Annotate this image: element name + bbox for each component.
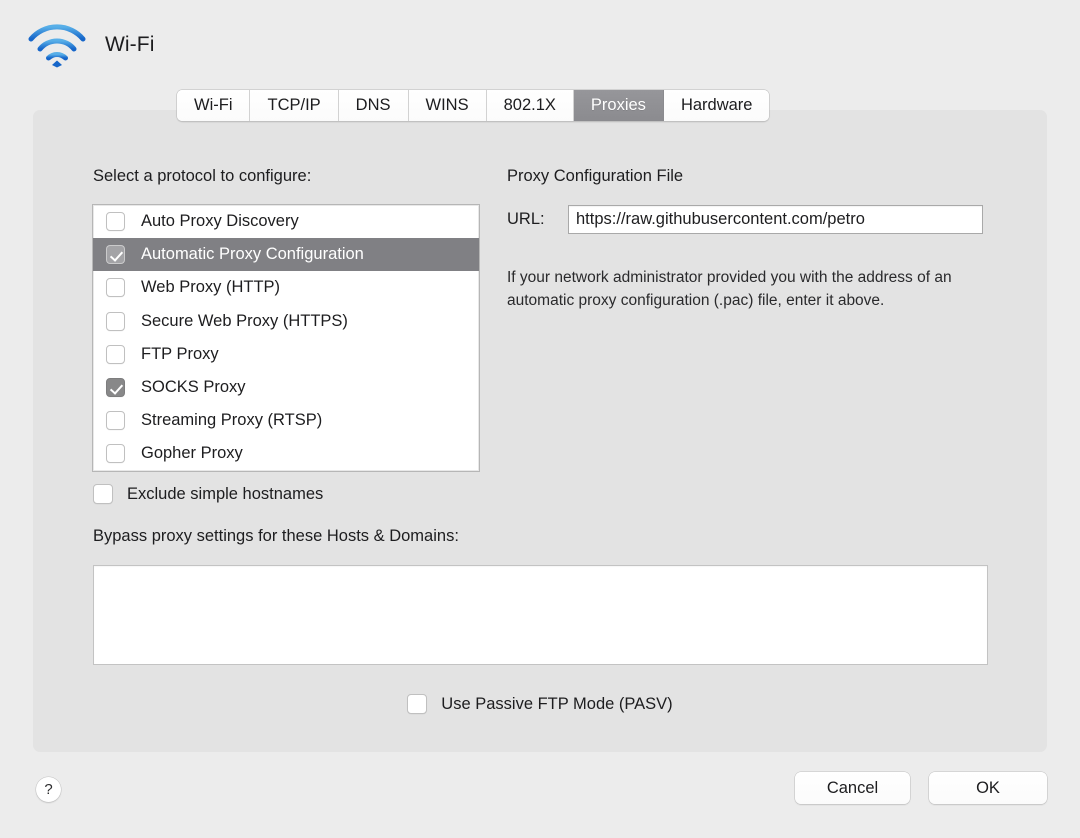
tab-tcp-ip[interactable]: TCP/IP xyxy=(250,90,339,121)
dialog-header: Wi-Fi xyxy=(0,0,1080,90)
protocol-row[interactable]: Secure Web Proxy (HTTPS) xyxy=(93,305,479,338)
exclude-simple-hostnames-label: Exclude simple hostnames xyxy=(127,484,324,503)
protocol-checkbox[interactable] xyxy=(106,212,125,232)
pac-url-input[interactable]: https://raw.githubusercontent.com/petro xyxy=(568,205,983,234)
bypass-proxy-textarea[interactable] xyxy=(93,565,988,665)
protocol-label: Streaming Proxy (RTSP) xyxy=(141,411,323,430)
protocol-checkbox[interactable] xyxy=(106,245,125,265)
wifi-icon xyxy=(28,24,86,68)
protocol-checkbox[interactable] xyxy=(106,378,125,398)
protocol-label: Secure Web Proxy (HTTPS) xyxy=(141,311,348,330)
protocol-checkbox[interactable] xyxy=(106,344,125,364)
protocol-row[interactable]: SOCKS Proxy xyxy=(93,371,479,404)
pac-url-row: URL: https://raw.githubusercontent.com/p… xyxy=(507,205,983,234)
tab-hardware[interactable]: Hardware xyxy=(663,90,770,121)
tab-wi-fi[interactable]: Wi-Fi xyxy=(177,90,251,121)
proxies-panel: Select a protocol to configure: Auto Pro… xyxy=(33,110,1047,752)
ok-button[interactable]: OK xyxy=(929,772,1047,804)
protocol-label: Gopher Proxy xyxy=(141,444,243,463)
passive-ftp-label: Use Passive FTP Mode (PASV) xyxy=(441,694,673,713)
passive-ftp-row[interactable]: Use Passive FTP Mode (PASV) xyxy=(33,694,1047,714)
page-title: Wi-Fi xyxy=(105,33,155,56)
exclude-simple-hostnames-checkbox[interactable] xyxy=(93,484,113,504)
exclude-simple-hostnames-row[interactable]: Exclude simple hostnames xyxy=(93,484,323,504)
protocol-list-label: Select a protocol to configure: xyxy=(93,167,312,185)
pac-url-label: URL: xyxy=(507,210,545,228)
bypass-proxy-label: Bypass proxy settings for these Hosts & … xyxy=(93,527,459,545)
tab-802-1x[interactable]: 802.1X xyxy=(486,90,574,121)
protocol-label: Automatic Proxy Configuration xyxy=(141,245,364,264)
protocol-checkbox[interactable] xyxy=(106,444,125,464)
pac-section-title: Proxy Configuration File xyxy=(507,167,684,185)
protocol-row[interactable]: Streaming Proxy (RTSP) xyxy=(93,404,479,437)
tab-proxies[interactable]: Proxies xyxy=(573,90,664,121)
tab-wins[interactable]: WINS xyxy=(408,90,487,121)
protocol-label: FTP Proxy xyxy=(141,344,219,363)
protocol-list[interactable]: Auto Proxy Discovery Automatic Proxy Conf… xyxy=(92,204,480,472)
protocol-row[interactable]: Gopher Proxy xyxy=(93,437,479,470)
protocol-checkbox[interactable] xyxy=(106,278,125,298)
protocol-checkbox[interactable] xyxy=(106,411,125,431)
protocol-row[interactable]: Web Proxy (HTTP) xyxy=(93,271,479,304)
protocol-label: Auto Proxy Discovery xyxy=(141,212,299,231)
protocol-label: SOCKS Proxy xyxy=(141,378,246,397)
passive-ftp-checkbox[interactable] xyxy=(407,694,428,714)
protocol-row[interactable]: FTP Proxy xyxy=(93,338,479,371)
protocol-checkbox[interactable] xyxy=(106,311,125,331)
cancel-button[interactable]: Cancel xyxy=(795,772,910,804)
tab-dns[interactable]: DNS xyxy=(338,90,409,121)
help-button[interactable]: ? xyxy=(36,777,61,802)
protocol-label: Web Proxy (HTTP) xyxy=(141,278,281,297)
protocol-row[interactable]: Automatic Proxy Configuration xyxy=(93,238,479,272)
tab-bar: Wi-Fi TCP/IP DNS WINS 802.1X Proxies Hardware xyxy=(177,90,770,121)
pac-help-text: If your network administrator provided y… xyxy=(507,269,952,309)
protocol-row[interactable]: Auto Proxy Discovery xyxy=(93,205,479,238)
